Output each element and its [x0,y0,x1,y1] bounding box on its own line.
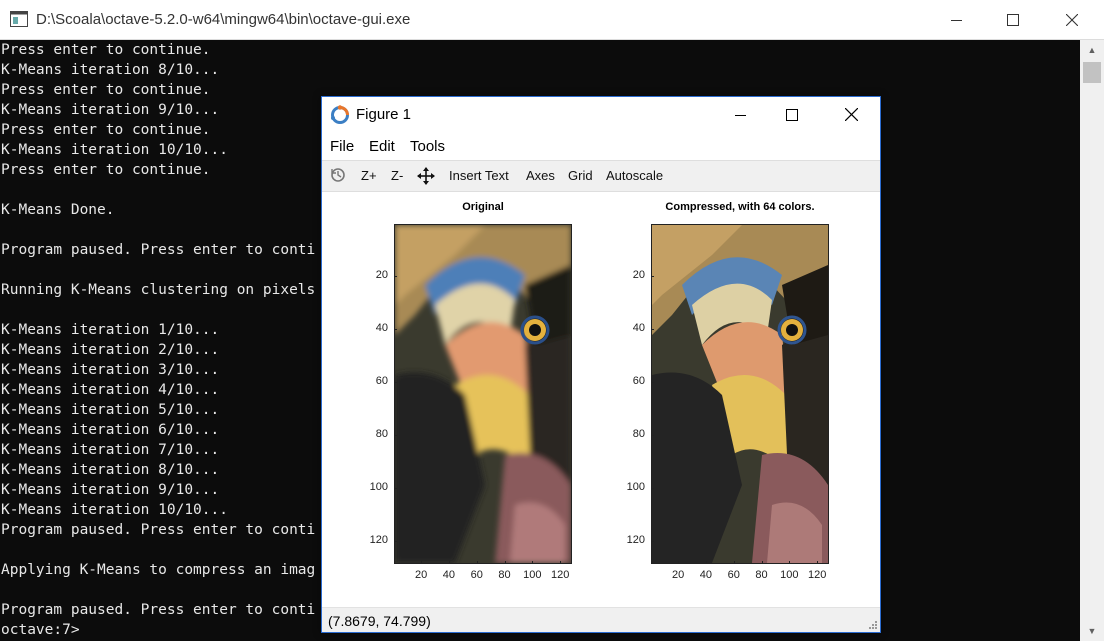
figure-minimize-button[interactable] [718,97,764,132]
y-tick-mark [394,275,397,277]
x-tick-label: 20 [671,569,685,581]
y-tick-label: 20 [632,268,645,281]
axes-title-compressed: Compressed, with 64 colors. [665,201,815,213]
compressed-bird-image [652,225,828,563]
rotate-icon[interactable] [329,166,347,184]
grid-button[interactable]: Grid [568,168,593,183]
scroll-up-arrow-icon[interactable]: ▲ [1080,40,1104,60]
x-tick-mark [504,561,506,564]
y-tick-mark [651,488,654,490]
y-tick-mark [394,382,397,384]
autoscale-button[interactable]: Autoscale [606,168,663,183]
maximize-icon [786,108,798,121]
scroll-thumb[interactable] [1083,62,1101,83]
zoom-out-button[interactable]: Z- [391,168,403,183]
original-bird-image [395,225,571,563]
x-tick-label: 80 [755,569,768,581]
console-line: K-Means iteration 8/10... [1,62,220,78]
console-maximize-button[interactable] [984,0,1042,40]
x-tick-label: 120 [807,569,827,581]
x-tick-label: 80 [498,569,511,581]
figure-close-button[interactable] [828,97,874,132]
x-tick-label: 100 [780,569,799,581]
console-line: Press enter to continue. [1,42,211,58]
octave-logo-icon [331,105,349,124]
console-minimize-button[interactable] [928,0,986,40]
x-tick-label: 100 [523,569,542,581]
x-tick-mark [448,561,450,564]
resize-grip-icon[interactable] [868,620,878,630]
axes-title-original: Original [462,201,504,213]
x-tick-label: 60 [470,569,483,581]
pan-move-icon[interactable] [417,167,435,185]
y-tick-mark [651,382,654,384]
compressed-image-axes[interactable] [651,224,829,564]
y-tick-label: 60 [375,375,388,388]
figure-window: Figure 1 File Edit Tools Z+ Z- Insert Te… [321,96,881,633]
y-tick-mark [651,541,654,543]
x-tick-mark [733,561,735,564]
y-tick-mark [394,328,397,330]
axes-button[interactable]: Axes [526,168,555,183]
x-tick-mark [476,561,478,564]
console-titlebar: D:\Scoala\octave-5.2.0-w64\mingw64\bin\o… [0,0,1104,40]
figure-titlebar[interactable]: Figure 1 [322,97,880,132]
y-tick-label: 80 [375,428,388,441]
y-tick-mark [394,435,397,437]
x-tick-mark [761,561,763,564]
menu-file[interactable]: File [330,138,354,155]
x-tick-mark [789,561,791,564]
x-tick-mark [817,561,819,564]
menu-tools[interactable]: Tools [410,138,445,155]
y-tick-mark [394,541,397,543]
figure-maximize-button[interactable] [769,97,815,132]
x-tick-label: 60 [727,569,740,581]
x-tick-label: 40 [699,569,713,581]
x-tick-mark [421,561,423,564]
cursor-coordinates: (7.8679, 74.799) [328,613,431,629]
x-tick-label: 20 [414,569,428,581]
figure-statusbar: (7.8679, 74.799) [322,607,880,632]
x-tick-mark [560,561,562,564]
y-tick-label: 120 [369,534,388,547]
original-image-axes[interactable] [394,224,572,564]
y-tick-label: 40 [632,321,645,334]
x-tick-mark [532,561,534,564]
y-tick-label: 60 [632,375,645,388]
scroll-down-arrow-icon[interactable]: ▼ [1080,621,1104,641]
y-tick-label: 40 [375,321,388,334]
maximize-icon [1007,14,1019,26]
y-tick-mark [651,435,654,437]
y-tick-label: 120 [626,534,645,547]
console-window-title: D:\Scoala\octave-5.2.0-w64\mingw64\bin\o… [36,11,411,28]
y-tick-label: 80 [632,428,645,441]
menu-edit[interactable]: Edit [369,138,395,155]
figure-canvas[interactable]: Original 20 40 60 80 100 120 20 40 60 80… [322,192,880,607]
x-tick-mark [705,561,707,564]
y-tick-mark [394,488,397,490]
y-tick-mark [651,275,654,277]
x-tick-label: 40 [442,569,456,581]
x-tick-label: 120 [550,569,570,581]
zoom-in-button[interactable]: Z+ [361,168,377,183]
figure-toolbar: Z+ Z- Insert Text Axes Grid Autoscale [322,160,880,192]
close-icon [844,108,858,121]
y-tick-label: 100 [369,481,388,494]
console-scrollbar[interactable]: ▲ ▼ [1080,40,1104,641]
insert-text-button[interactable]: Insert Text [449,168,509,183]
x-tick-mark [678,561,680,564]
console-close-button[interactable] [1043,0,1101,40]
console-app-icon [10,11,28,27]
close-icon [1066,14,1078,26]
minimize-icon [735,114,746,116]
figure-menubar: File Edit Tools [322,132,880,160]
y-tick-label: 100 [626,481,645,494]
y-tick-mark [651,328,654,330]
minimize-icon [951,20,962,21]
y-tick-label: 20 [375,268,388,281]
figure-title: Figure 1 [356,106,412,123]
